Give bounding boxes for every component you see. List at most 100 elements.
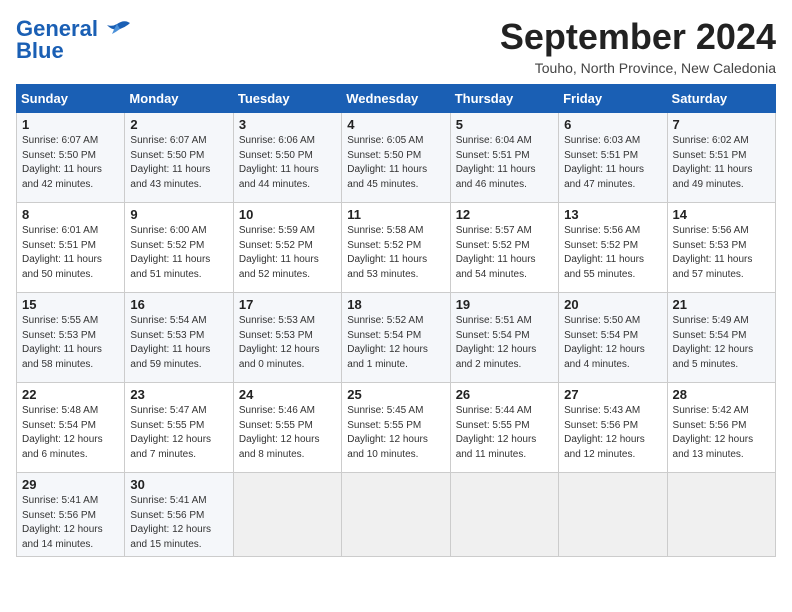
day-number: 3 — [239, 117, 336, 132]
day-number: 17 — [239, 297, 336, 312]
calendar-cell: 14Sunrise: 5:56 AMSunset: 5:53 PMDayligh… — [667, 203, 775, 293]
logo-bird-icon — [102, 19, 132, 39]
logo-blue-text: Blue — [16, 38, 64, 64]
day-info: Sunrise: 5:51 AMSunset: 5:54 PMDaylight:… — [456, 314, 553, 372]
calendar-cell: 24Sunrise: 5:46 AMSunset: 5:55 PMDayligh… — [233, 383, 341, 473]
month-title: September 2024 — [500, 16, 776, 58]
calendar-cell: 6 Sunrise: 6:03 AMSunset: 5:51 PMDaylight… — [559, 113, 667, 203]
day-number: 19 — [456, 297, 553, 312]
logo: General Blue — [16, 16, 132, 64]
day-info: Sunrise: 5:44 AMSunset: 5:55 PMDaylight:… — [456, 404, 553, 462]
weekday-header-wednesday: Wednesday — [342, 85, 450, 113]
day-info: Sunrise: 5:56 AMSunset: 5:53 PMDaylight:… — [673, 224, 770, 282]
day-info: Sunrise: 6:05 AMSunset: 5:50 PMDaylight:… — [347, 134, 444, 192]
day-info: Sunrise: 5:52 AMSunset: 5:54 PMDaylight:… — [347, 314, 444, 372]
day-info: Sunrise: 5:55 AMSunset: 5:53 PMDaylight:… — [22, 314, 119, 372]
day-info: Sunrise: 5:57 AMSunset: 5:52 PMDaylight:… — [456, 224, 553, 282]
day-info: Sunrise: 5:56 AMSunset: 5:52 PMDaylight:… — [564, 224, 661, 282]
calendar-cell: 5 Sunrise: 6:04 AMSunset: 5:51 PMDaylight… — [450, 113, 558, 203]
calendar-cell: 29Sunrise: 5:41 AMSunset: 5:56 PMDayligh… — [17, 473, 125, 557]
calendar-cell: 13 Sunrise: 5:56 AMSunset: 5:52 PMDayligh… — [559, 203, 667, 293]
calendar-week-1: 1 Sunrise: 6:07 AMSunset: 5:50 PMDaylight… — [17, 113, 776, 203]
day-info: Sunrise: 6:06 AMSunset: 5:50 PMDaylight:… — [239, 134, 336, 192]
day-info: Sunrise: 5:48 AMSunset: 5:54 PMDaylight:… — [22, 404, 119, 462]
weekday-header-sunday: Sunday — [17, 85, 125, 113]
day-info: Sunrise: 6:00 AMSunset: 5:52 PMDaylight:… — [130, 224, 227, 282]
day-number: 1 — [22, 117, 119, 132]
day-info: Sunrise: 5:49 AMSunset: 5:54 PMDaylight:… — [673, 314, 770, 372]
calendar-cell: 26 Sunrise: 5:44 AMSunset: 5:55 PMDayligh… — [450, 383, 558, 473]
day-number: 10 — [239, 207, 336, 222]
day-info: Sunrise: 5:45 AMSunset: 5:55 PMDaylight:… — [347, 404, 444, 462]
day-number: 8 — [22, 207, 119, 222]
calendar-table: SundayMondayTuesdayWednesdayThursdayFrid… — [16, 84, 776, 557]
calendar-cell: 22 Sunrise: 5:48 AMSunset: 5:54 PMDayligh… — [17, 383, 125, 473]
calendar-cell: 17 Sunrise: 5:53 AMSunset: 5:53 PMDayligh… — [233, 293, 341, 383]
calendar-cell: 25 Sunrise: 5:45 AMSunset: 5:55 PMDayligh… — [342, 383, 450, 473]
weekday-header-saturday: Saturday — [667, 85, 775, 113]
calendar-cell: 2 Sunrise: 6:07 AMSunset: 5:50 PMDaylight… — [125, 113, 233, 203]
day-info: Sunrise: 5:46 AMSunset: 5:55 PMDaylight:… — [239, 404, 336, 462]
calendar-cell: 11 Sunrise: 5:58 AMSunset: 5:52 PMDayligh… — [342, 203, 450, 293]
calendar-cell: 3 Sunrise: 6:06 AMSunset: 5:50 PMDaylight… — [233, 113, 341, 203]
calendar-cell: 16Sunrise: 5:54 AMSunset: 5:53 PMDayligh… — [125, 293, 233, 383]
page-header: General Blue September 2024 Touho, North… — [16, 16, 776, 76]
calendar-cell: 15 Sunrise: 5:55 AMSunset: 5:53 PMDayligh… — [17, 293, 125, 383]
day-info: Sunrise: 6:07 AMSunset: 5:50 PMDaylight:… — [22, 134, 119, 192]
title-block: September 2024 Touho, North Province, Ne… — [500, 16, 776, 76]
weekday-header-friday: Friday — [559, 85, 667, 113]
day-info: Sunrise: 5:43 AMSunset: 5:56 PMDaylight:… — [564, 404, 661, 462]
day-number: 7 — [673, 117, 770, 132]
day-number: 21 — [673, 297, 770, 312]
weekday-header-thursday: Thursday — [450, 85, 558, 113]
day-number: 6 — [564, 117, 661, 132]
day-number: 30 — [130, 477, 227, 492]
day-number: 4 — [347, 117, 444, 132]
day-number: 11 — [347, 207, 444, 222]
day-info: Sunrise: 6:07 AMSunset: 5:50 PMDaylight:… — [130, 134, 227, 192]
day-number: 22 — [22, 387, 119, 402]
weekday-header-row: SundayMondayTuesdayWednesdayThursdayFrid… — [17, 85, 776, 113]
day-info: Sunrise: 5:42 AMSunset: 5:56 PMDaylight:… — [673, 404, 770, 462]
calendar-cell: 18 Sunrise: 5:52 AMSunset: 5:54 PMDayligh… — [342, 293, 450, 383]
day-info: Sunrise: 5:50 AMSunset: 5:54 PMDaylight:… — [564, 314, 661, 372]
calendar-cell: 30 Sunrise: 5:41 AMSunset: 5:56 PMDayligh… — [125, 473, 233, 557]
day-number: 20 — [564, 297, 661, 312]
day-info: Sunrise: 5:53 AMSunset: 5:53 PMDaylight:… — [239, 314, 336, 372]
day-number: 5 — [456, 117, 553, 132]
calendar-cell — [342, 473, 450, 557]
day-number: 2 — [130, 117, 227, 132]
calendar-cell: 20 Sunrise: 5:50 AMSunset: 5:54 PMDayligh… — [559, 293, 667, 383]
day-number: 26 — [456, 387, 553, 402]
day-info: Sunrise: 5:58 AMSunset: 5:52 PMDaylight:… — [347, 224, 444, 282]
day-number: 15 — [22, 297, 119, 312]
day-number: 12 — [456, 207, 553, 222]
calendar-cell: 4 Sunrise: 6:05 AMSunset: 5:50 PMDaylight… — [342, 113, 450, 203]
day-number: 23 — [130, 387, 227, 402]
weekday-header-monday: Monday — [125, 85, 233, 113]
calendar-week-4: 22 Sunrise: 5:48 AMSunset: 5:54 PMDayligh… — [17, 383, 776, 473]
day-number: 18 — [347, 297, 444, 312]
calendar-cell: 19 Sunrise: 5:51 AMSunset: 5:54 PMDayligh… — [450, 293, 558, 383]
day-info: Sunrise: 5:41 AMSunset: 5:56 PMDaylight:… — [130, 494, 227, 552]
calendar-cell — [450, 473, 558, 557]
day-info: Sunrise: 5:47 AMSunset: 5:55 PMDaylight:… — [130, 404, 227, 462]
calendar-cell: 7 Sunrise: 6:02 AMSunset: 5:51 PMDaylight… — [667, 113, 775, 203]
calendar-cell: 9 Sunrise: 6:00 AMSunset: 5:52 PMDaylight… — [125, 203, 233, 293]
day-info: Sunrise: 6:03 AMSunset: 5:51 PMDaylight:… — [564, 134, 661, 192]
day-info: Sunrise: 6:04 AMSunset: 5:51 PMDaylight:… — [456, 134, 553, 192]
calendar-cell — [559, 473, 667, 557]
calendar-cell — [667, 473, 775, 557]
weekday-header-tuesday: Tuesday — [233, 85, 341, 113]
calendar-cell: 10Sunrise: 5:59 AMSunset: 5:52 PMDayligh… — [233, 203, 341, 293]
day-number: 25 — [347, 387, 444, 402]
calendar-cell: 8Sunrise: 6:01 AMSunset: 5:51 PMDaylight… — [17, 203, 125, 293]
calendar-cell: 27Sunrise: 5:43 AMSunset: 5:56 PMDayligh… — [559, 383, 667, 473]
day-info: Sunrise: 6:02 AMSunset: 5:51 PMDaylight:… — [673, 134, 770, 192]
day-number: 13 — [564, 207, 661, 222]
day-number: 16 — [130, 297, 227, 312]
calendar-cell: 12 Sunrise: 5:57 AMSunset: 5:52 PMDayligh… — [450, 203, 558, 293]
location: Touho, North Province, New Caledonia — [500, 60, 776, 76]
calendar-cell — [233, 473, 341, 557]
day-number: 9 — [130, 207, 227, 222]
